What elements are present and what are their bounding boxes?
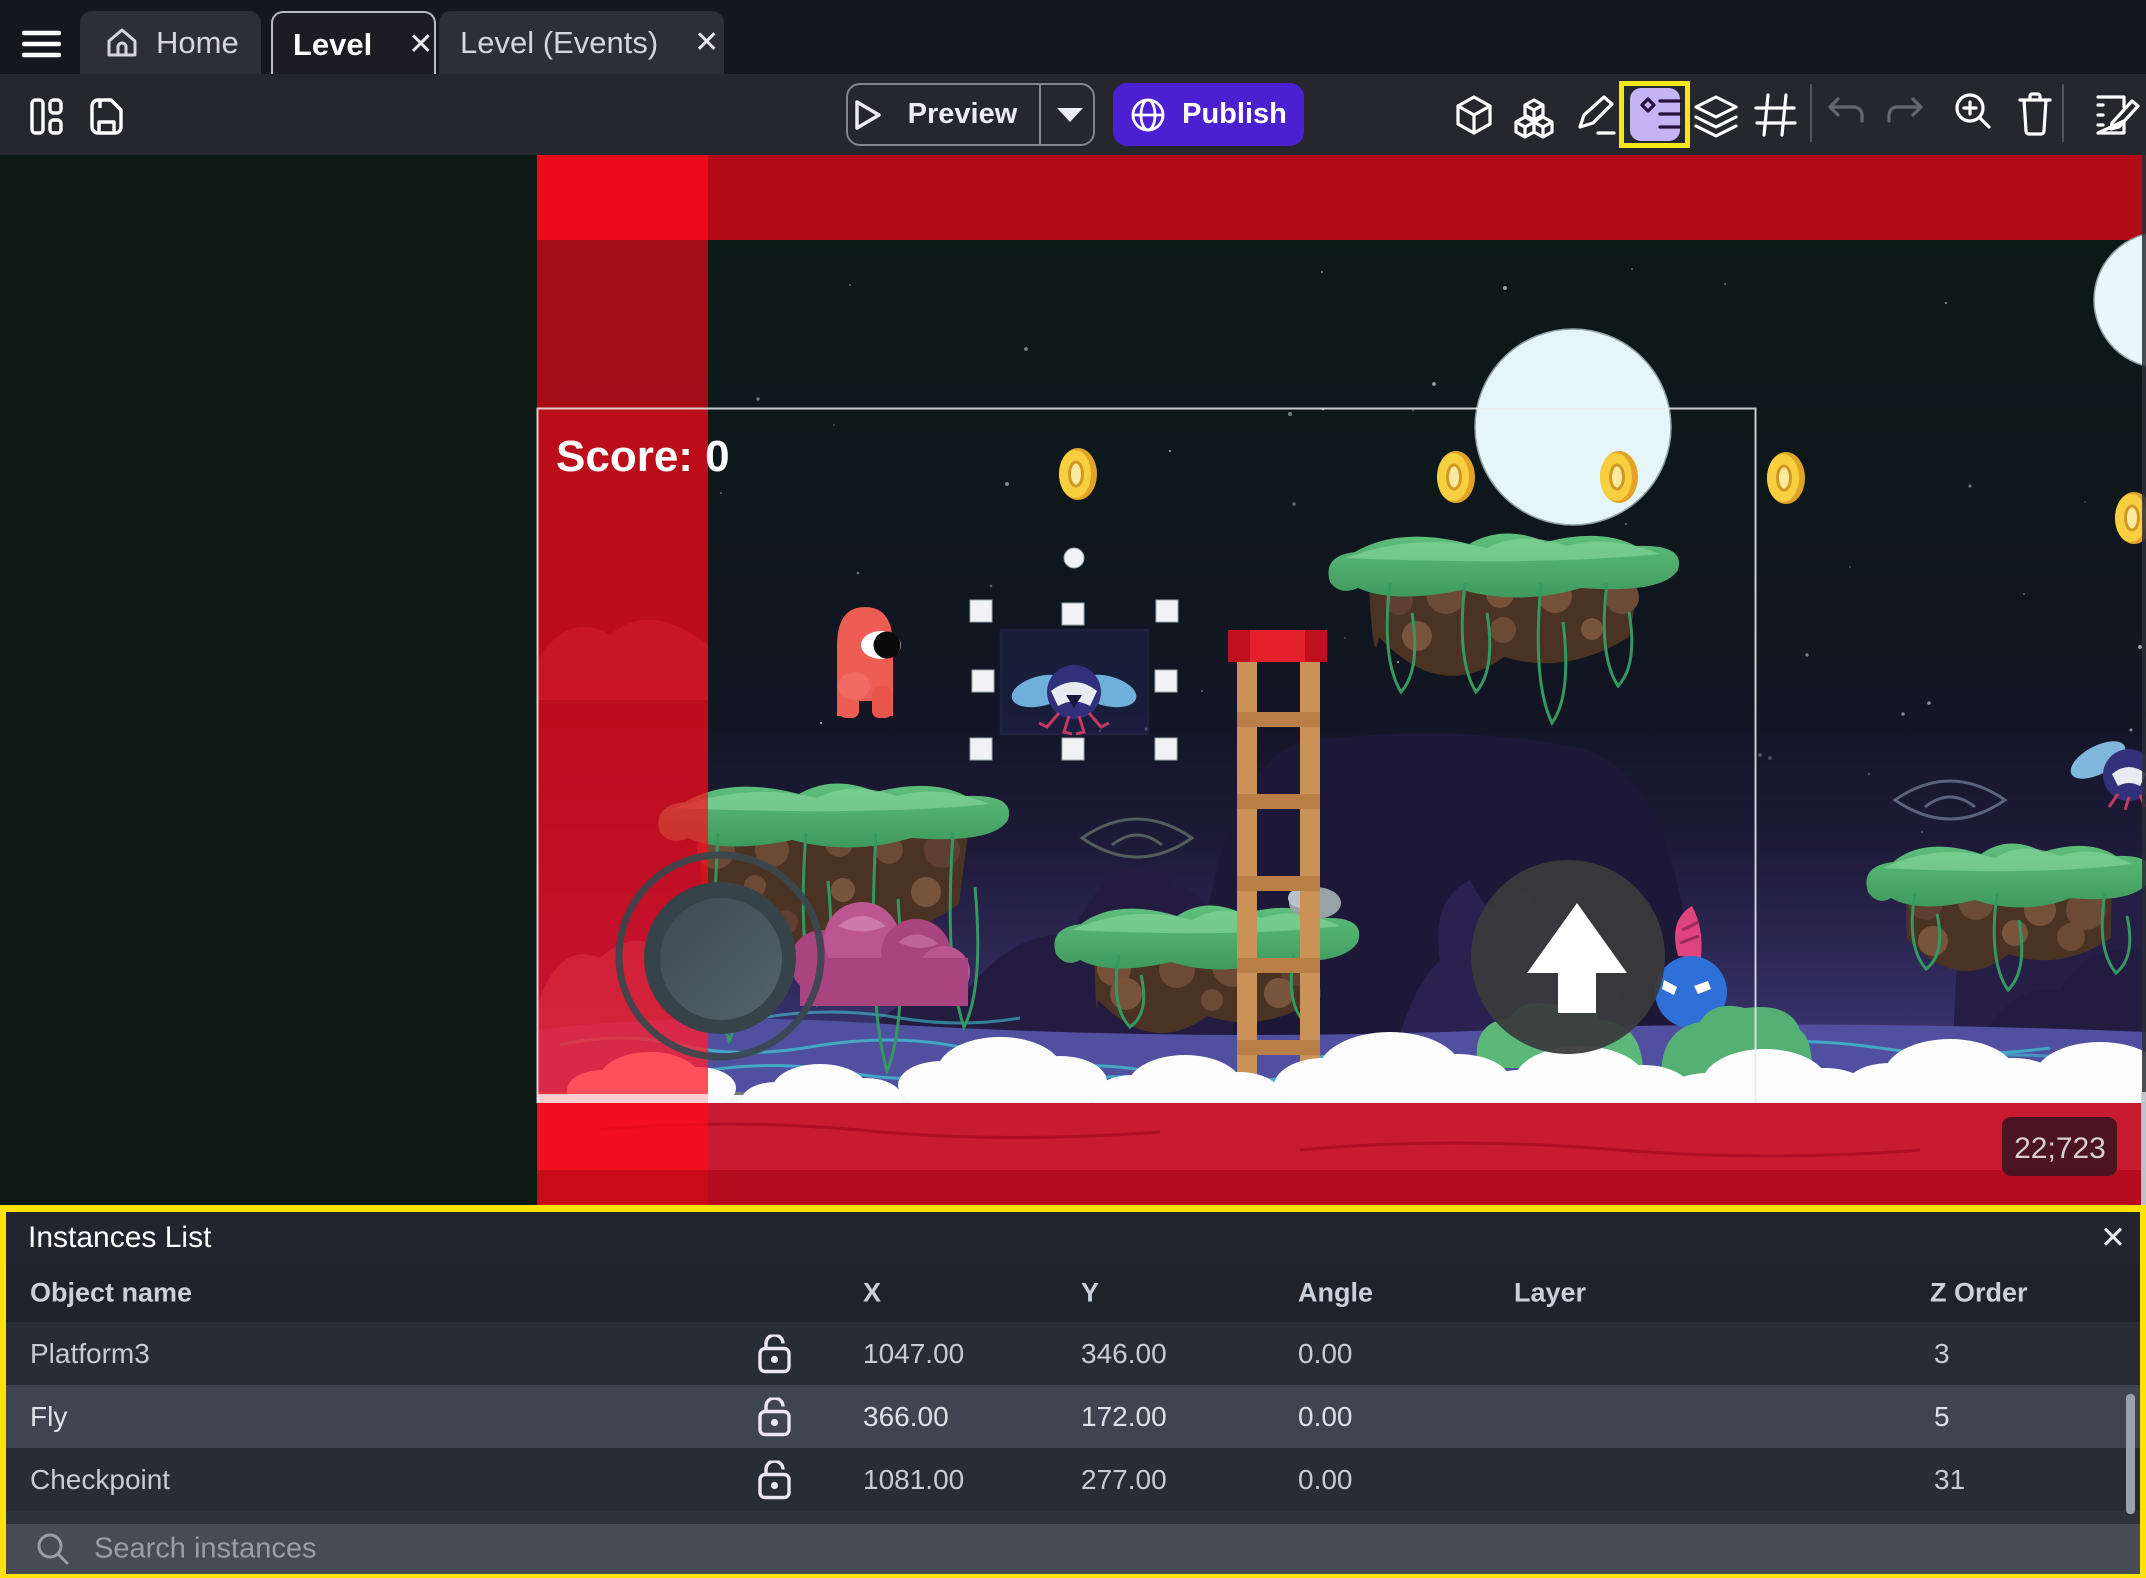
svg-text:22;723: 22;723	[2014, 1132, 2106, 1165]
svg-text:Score: 0: Score: 0	[556, 432, 730, 481]
